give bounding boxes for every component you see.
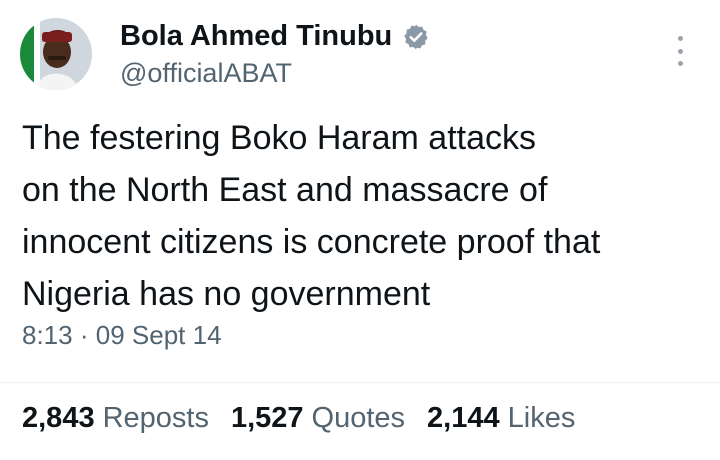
display-name[interactable]: Bola Ahmed Tinubu (120, 20, 392, 53)
avatar-image (20, 18, 92, 90)
reposts-count: 2,843 (22, 402, 95, 434)
likes-stat[interactable]: 2,144 Likes (427, 402, 575, 435)
avatar[interactable] (20, 18, 92, 90)
likes-label: Likes (507, 402, 576, 434)
more-options-icon[interactable] (672, 36, 688, 66)
reposts-label: Reposts (102, 402, 209, 434)
engagement-stats: 2,843 Reposts 1,527 Quotes 2,144 Likes (22, 402, 575, 435)
tweet-card: Bola Ahmed Tinubu @officialABAT The fest… (0, 0, 720, 460)
quotes-stat[interactable]: 1,527 Quotes (231, 402, 405, 435)
tweet-text-line: on the North East and massacre of (22, 171, 548, 209)
tweet-timestamp[interactable]: 8:13 · 09 Sept 14 (22, 320, 222, 351)
verified-badge-icon (402, 23, 430, 51)
author-handle[interactable]: @officialABAT (120, 58, 292, 89)
tweet-time: 8:13 (22, 320, 73, 350)
tweet-text-line: Nigeria has no government (22, 275, 431, 313)
tweet-date: 09 Sept 14 (95, 320, 222, 350)
divider (0, 382, 720, 383)
likes-count: 2,144 (427, 402, 500, 434)
tweet-text: The festering Boko Haram attacks on the … (22, 112, 702, 320)
quotes-label: Quotes (311, 402, 406, 434)
dot-icon (677, 61, 683, 66)
meta-separator: · (79, 320, 89, 350)
reposts-stat[interactable]: 2,843 Reposts (22, 402, 209, 435)
dot-icon (677, 48, 683, 54)
tweet-text-line: innocent citizens is concrete proof that (22, 223, 601, 261)
author-name-row: Bola Ahmed Tinubu (120, 20, 430, 53)
quotes-count: 1,527 (230, 402, 304, 434)
dot-icon (677, 36, 683, 41)
tweet-text-line: The festering Boko Haram attacks (22, 119, 537, 157)
